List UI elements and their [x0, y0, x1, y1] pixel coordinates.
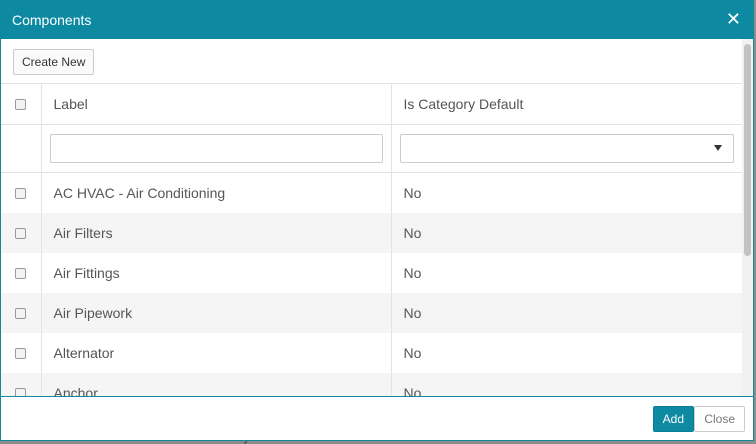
close-icon[interactable]: ✕: [726, 11, 741, 29]
table-row[interactable]: Anchor No: [1, 373, 743, 396]
caret-down-icon: [713, 145, 722, 151]
table-header-row: Label Is Category Default: [1, 84, 743, 125]
filter-spacer: [1, 124, 42, 173]
row-is-default: No: [403, 265, 422, 281]
scrollbar-thumb[interactable]: [744, 44, 751, 256]
row-checkbox[interactable]: [15, 267, 27, 279]
toolbar: Create New: [1, 39, 753, 84]
dialog-title: Components: [12, 12, 92, 28]
create-new-button[interactable]: Create New: [13, 49, 95, 75]
select-all-checkbox[interactable]: [15, 98, 27, 110]
vertical-scrollbar[interactable]: [742, 39, 753, 396]
is-default-filter-select[interactable]: [399, 134, 734, 163]
row-label: Alternator: [41, 333, 392, 373]
dialog-footer: Add Close: [1, 396, 753, 440]
row-is-default: No: [391, 213, 743, 253]
row-checkbox-cell: [1, 213, 42, 253]
column-header-label[interactable]: Label: [41, 84, 392, 125]
label-filter-cell: [41, 124, 392, 173]
row-label: Anchor: [41, 373, 392, 396]
row-checkbox[interactable]: [15, 307, 27, 319]
row-is-default: No: [403, 185, 422, 201]
row-label: Air Filters: [41, 213, 392, 253]
filter-row: [1, 124, 743, 173]
label-filter-input[interactable]: [49, 134, 383, 163]
table-row[interactable]: AC HVAC - Air Conditioning No: [1, 172, 743, 213]
row-checkbox-cell: [1, 333, 42, 373]
components-dialog: Components ✕ Create New Label Is Categor…: [0, 0, 754, 441]
close-button[interactable]: Close: [694, 406, 745, 432]
row-checkbox[interactable]: [15, 187, 27, 199]
row-checkbox-cell: [1, 253, 42, 293]
row-label: Air Fittings: [41, 253, 392, 293]
row-is-default: No: [391, 293, 743, 333]
row-label: Air Pipework: [41, 293, 392, 333]
add-button[interactable]: Add: [652, 406, 694, 432]
dialog-title-bar: Components ✕: [1, 1, 753, 39]
components-table: Label Is Category Default AC HVAC - Air …: [1, 84, 743, 396]
column-header-is-category-default[interactable]: Is Category Default: [391, 84, 743, 125]
row-checkbox-cell: [1, 172, 42, 213]
row-checkbox[interactable]: [15, 227, 27, 239]
default-filter-cell: [391, 124, 743, 173]
row-checkbox[interactable]: [15, 387, 27, 396]
table-row[interactable]: Air Fittings No: [1, 253, 743, 293]
table-row[interactable]: Alternator No: [1, 333, 743, 373]
row-checkbox-cell: [1, 293, 42, 333]
row-is-default: No: [391, 373, 743, 396]
row-checkbox-cell: [1, 373, 42, 396]
table-row[interactable]: Air Filters No: [1, 213, 743, 253]
row-is-default: No: [403, 345, 422, 361]
row-label: AC HVAC - Air Conditioning: [41, 172, 392, 213]
table-row[interactable]: Air Pipework No: [1, 293, 743, 333]
select-all-cell: [1, 84, 42, 125]
row-checkbox[interactable]: [15, 347, 27, 359]
